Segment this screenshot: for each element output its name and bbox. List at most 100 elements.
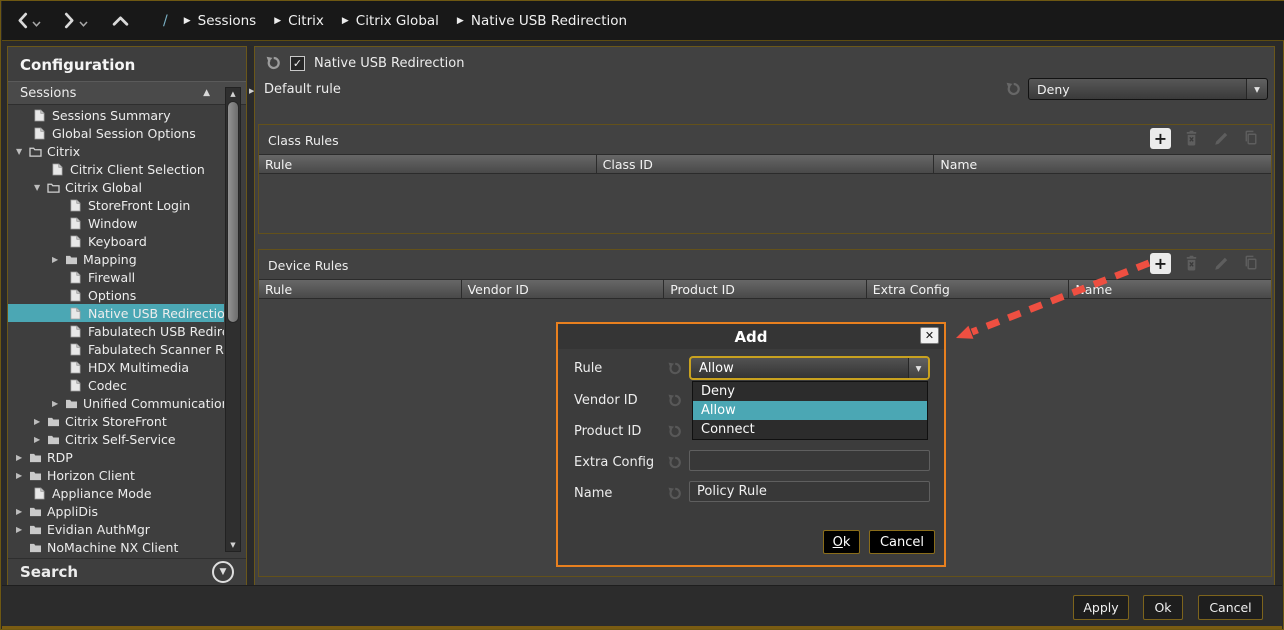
tree-item[interactable]: Window <box>8 214 224 232</box>
expander-right-icon[interactable]: ▶ <box>16 507 29 516</box>
tree-item[interactable]: ▼Citrix <box>8 142 224 160</box>
back-history-caret[interactable] <box>32 21 41 27</box>
copy-button[interactable] <box>1242 254 1261 273</box>
breadcrumb-item[interactable]: ▶Citrix <box>274 13 324 29</box>
default-rule-value: Deny <box>1037 82 1070 97</box>
dropdown-option[interactable]: Allow <box>693 401 927 420</box>
edit-button[interactable] <box>1212 129 1231 148</box>
search-expand-button[interactable]: ▼ <box>212 561 234 583</box>
rule-select[interactable]: Allow ▼ <box>689 356 930 380</box>
dialog-cancel-button[interactable]: Cancel <box>869 530 935 554</box>
forward-button[interactable] <box>63 12 76 29</box>
dropdown-option[interactable]: Deny <box>693 382 927 401</box>
dialog-ok-button[interactable]: Ok <box>823 530 860 554</box>
tree-item[interactable]: ▶Mapping <box>8 250 224 268</box>
column-header[interactable]: Class ID <box>597 155 935 173</box>
expander-right-icon[interactable]: ▶ <box>16 471 29 480</box>
sessions-section-header[interactable]: Sessions ▲ <box>8 81 246 105</box>
tree-item[interactable]: ▶ Evidian AuthMgr <box>8 520 224 538</box>
column-header[interactable]: Product ID <box>664 280 867 298</box>
revert-icon[interactable] <box>1005 81 1021 97</box>
name-input[interactable] <box>689 481 930 502</box>
search-section-header[interactable]: Search ▼ <box>8 558 246 585</box>
tree-item[interactable]: Fabulatech Scanner Redirection <box>8 340 224 358</box>
apply-button[interactable]: Apply <box>1073 595 1129 620</box>
tree-item[interactable]: Citrix Client Selection <box>8 160 224 178</box>
native-usb-redirection-checkbox[interactable]: ✓ <box>290 56 305 71</box>
tree-item[interactable]: ▶Citrix StoreFront <box>8 412 224 430</box>
tree-item[interactable]: ▶AppliDis <box>8 502 224 520</box>
tree-item[interactable]: Firewall <box>8 268 224 286</box>
breadcrumb-root[interactable]: / <box>163 13 168 29</box>
select-arrow-icon[interactable]: ▼ <box>1246 79 1267 99</box>
column-header[interactable]: Rule <box>259 280 462 298</box>
expander-right-icon[interactable]: ▶ <box>16 453 29 462</box>
scroll-up-icon[interactable]: ▲ <box>226 88 240 100</box>
tree-item[interactable]: HDX Multimedia <box>8 358 224 376</box>
extra-config-input[interactable] <box>689 450 930 471</box>
column-header[interactable]: Rule <box>259 155 597 173</box>
collapse-up-icon[interactable]: ▲ <box>203 88 210 98</box>
tree-item[interactable]: StoreFront Login <box>8 196 224 214</box>
delete-button[interactable] <box>1182 129 1201 148</box>
column-header[interactable]: Name <box>934 155 1271 173</box>
expander-down-icon[interactable]: ▼ <box>34 183 47 192</box>
breadcrumb-item[interactable]: ▶Native USB Redirection <box>457 13 627 29</box>
product-id-label: Product ID <box>574 424 641 439</box>
folder-icon <box>29 470 46 481</box>
tree-item[interactable]: Codec <box>8 376 224 394</box>
revert-icon[interactable] <box>667 424 682 439</box>
select-arrow-icon[interactable]: ▼ <box>908 358 928 378</box>
revert-icon[interactable] <box>667 455 682 470</box>
forward-history-caret[interactable] <box>79 21 88 27</box>
tree-item[interactable]: ▶Unified Communications <box>8 394 224 412</box>
ok-button[interactable]: Ok <box>1143 595 1183 620</box>
breadcrumb-arrow-icon: ▶ <box>342 16 349 26</box>
dropdown-option[interactable]: Connect <box>693 420 927 439</box>
up-button[interactable] <box>112 14 129 27</box>
tree-item[interactable]: NoMachine NX Client <box>8 538 224 555</box>
revert-icon[interactable] <box>667 393 682 408</box>
cancel-button[interactable]: Cancel <box>1198 595 1263 620</box>
file-icon <box>70 199 87 212</box>
revert-icon[interactable] <box>667 361 682 376</box>
expander-right-icon[interactable]: ▶ <box>16 525 29 534</box>
column-header[interactable]: Vendor ID <box>462 280 665 298</box>
revert-icon[interactable] <box>667 486 682 501</box>
tree-item[interactable]: Appliance Mode <box>8 484 224 502</box>
delete-button[interactable] <box>1182 254 1201 273</box>
expander-right-icon[interactable]: ▶ <box>34 417 47 426</box>
breadcrumb-item[interactable]: ▶Citrix Global <box>342 13 439 29</box>
tree-item[interactable]: Fabulatech USB Redirection <box>8 322 224 340</box>
tree-item[interactable]: Sessions Summary <box>8 106 224 124</box>
tree-item[interactable]: Global Session Options <box>8 124 224 142</box>
tree-item[interactable]: Keyboard <box>8 232 224 250</box>
expander-right-icon[interactable]: ▶ <box>52 399 65 408</box>
copy-button[interactable] <box>1242 129 1261 148</box>
expander-right-icon[interactable]: ▶ <box>52 255 65 264</box>
close-icon[interactable]: ✕ <box>920 327 939 344</box>
scroll-down-icon[interactable]: ▼ <box>226 539 240 551</box>
tree-item-label: Evidian AuthMgr <box>47 522 150 537</box>
scrollbar-thumb[interactable] <box>227 101 239 323</box>
tree-item[interactable]: ▶Horizon Client <box>8 466 224 484</box>
configuration-sidebar: Configuration Sessions ▲ Sessions Summar… <box>7 46 247 586</box>
revert-icon[interactable] <box>265 55 281 71</box>
edit-button[interactable] <box>1212 254 1231 273</box>
tree-item[interactable]: ▼Citrix Global <box>8 178 224 196</box>
tree-item[interactable]: ▶Citrix Self-Service <box>8 430 224 448</box>
expander-down-icon[interactable]: ▼ <box>16 147 29 156</box>
add-button[interactable]: + <box>1150 253 1171 274</box>
add-button[interactable]: + <box>1150 128 1171 149</box>
tree-item[interactable]: Options <box>8 286 224 304</box>
tree-item[interactable]: ▶RDP <box>8 448 224 466</box>
sidebar-scrollbar[interactable]: ▲ ▼ <box>225 87 241 552</box>
file-icon <box>34 109 51 122</box>
tree-item[interactable]: Native USB Redirection <box>8 304 224 322</box>
default-rule-select[interactable]: Deny ▼ <box>1028 78 1268 100</box>
breadcrumb-item[interactable]: ▶Sessions <box>184 13 256 29</box>
column-header[interactable]: Extra Config <box>867 280 1070 298</box>
expander-right-icon[interactable]: ▶ <box>34 435 47 444</box>
back-button[interactable] <box>16 12 29 29</box>
column-header[interactable]: Name <box>1069 280 1271 298</box>
